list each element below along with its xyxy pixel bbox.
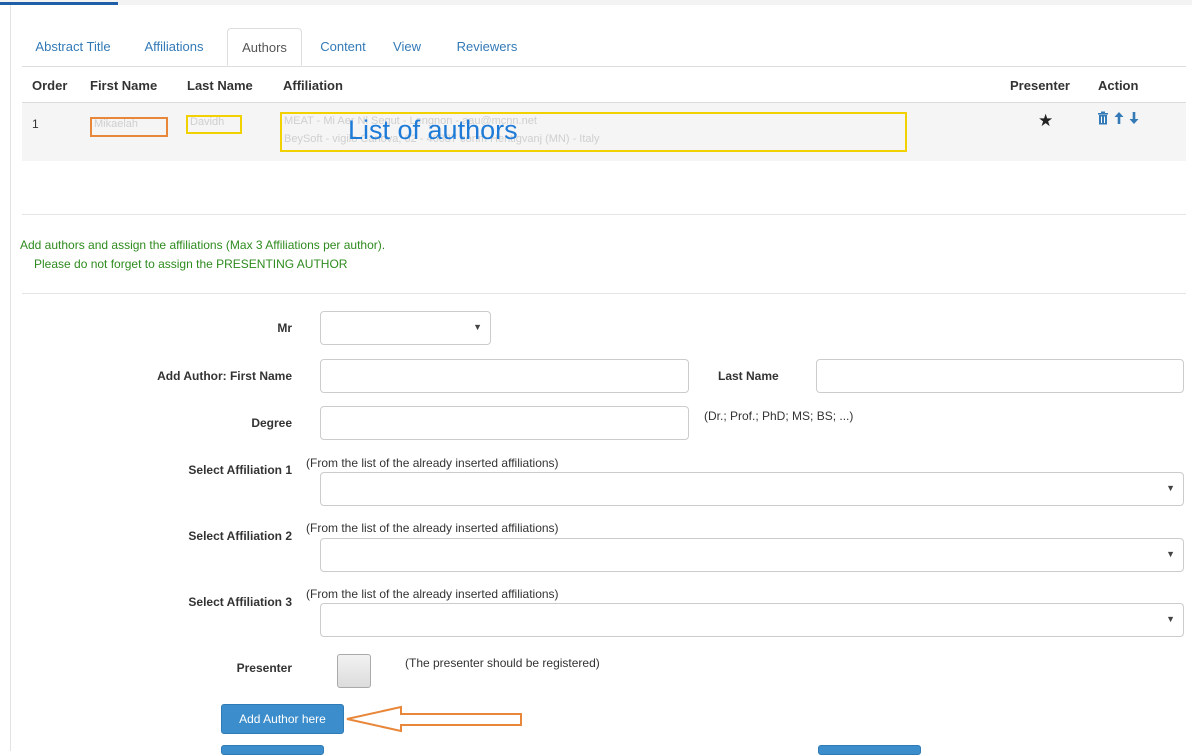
row-order: 1 [32, 117, 39, 131]
affiliation-1-hint: (From the list of the already inserted a… [306, 456, 559, 470]
table-row: 1 Mikaelah Davidh MEAT - Mi Aer Nl Segut… [22, 102, 1186, 161]
list-of-authors-annotation: List of authors [348, 115, 518, 145]
arrow-up-icon[interactable] [1114, 111, 1124, 128]
add-author-button[interactable]: Add Author here [221, 704, 344, 734]
col-affiliation: Affiliation [283, 78, 343, 93]
affiliation-3-hint: (From the list of the already inserted a… [306, 587, 559, 601]
affiliation-2-hint: (From the list of the already inserted a… [306, 521, 559, 535]
affiliation-1-select[interactable]: ▼ [320, 472, 1184, 506]
affiliation-2-select[interactable]: ▼ [320, 538, 1184, 572]
tab-authors[interactable]: Authors [227, 28, 302, 66]
degree-input[interactable] [320, 406, 689, 440]
tab-affiliations[interactable]: Affiliations [138, 28, 210, 66]
presenter-hint: (The presenter should be registered) [405, 656, 600, 670]
affiliation-2-label: Select Affiliation 2 [188, 529, 292, 543]
trash-icon[interactable] [1097, 111, 1109, 128]
tab-bar: Abstract Title Affiliations Authors Cont… [22, 28, 1186, 67]
partial-button-left[interactable] [221, 745, 324, 755]
tab-abstract-title[interactable]: Abstract Title [28, 28, 118, 66]
instructions-note: Add authors and assign the affiliations … [20, 238, 386, 252]
last-name-label: Last Name [718, 369, 779, 383]
authors-table-header: Order First Name Last Name Affiliation P… [22, 68, 1186, 102]
presenter-label: Presenter [236, 661, 292, 675]
col-first-name: First Name [90, 78, 158, 93]
title-select[interactable]: ▼ [320, 311, 491, 345]
col-action: Action [1098, 78, 1139, 93]
last-name-highlight-box [186, 115, 242, 134]
col-order: Order [32, 78, 68, 93]
first-name-label: Add Author: First Name [157, 369, 292, 383]
star-icon: ★ [1038, 111, 1054, 130]
partial-button-right[interactable] [818, 745, 921, 755]
degree-label: Degree [251, 416, 292, 430]
tab-reviewers[interactable]: Reviewers [452, 28, 522, 66]
last-name-input[interactable] [816, 359, 1184, 393]
chevron-down-icon: ▼ [1166, 549, 1175, 559]
first-name-highlight-box [90, 117, 168, 137]
first-name-input[interactable] [320, 359, 689, 393]
chevron-down-icon: ▼ [1166, 483, 1175, 493]
arrow-left-annotation-icon [346, 705, 522, 733]
divider [22, 293, 1186, 294]
presenter-reminder-note: Please do not forget to assign the PRESE… [34, 257, 348, 271]
affiliation-3-label: Select Affiliation 3 [188, 595, 292, 609]
degree-hint: (Dr.; Prof.; PhD; MS; BS; ...) [704, 409, 854, 423]
divider [22, 214, 1186, 215]
affiliation-3-select[interactable]: ▼ [320, 603, 1184, 637]
chevron-down-icon: ▼ [473, 322, 482, 332]
tab-content[interactable]: Content [312, 28, 374, 66]
affiliation-1-label: Select Affiliation 1 [188, 463, 292, 477]
tab-view[interactable]: View [388, 28, 426, 66]
presenter-checkbox[interactable] [337, 654, 371, 688]
arrow-down-icon[interactable] [1129, 111, 1139, 128]
title-label: Mr [277, 321, 292, 335]
chevron-down-icon: ▼ [1166, 614, 1175, 624]
col-presenter: Presenter [1010, 78, 1070, 93]
col-last-name: Last Name [187, 78, 253, 93]
